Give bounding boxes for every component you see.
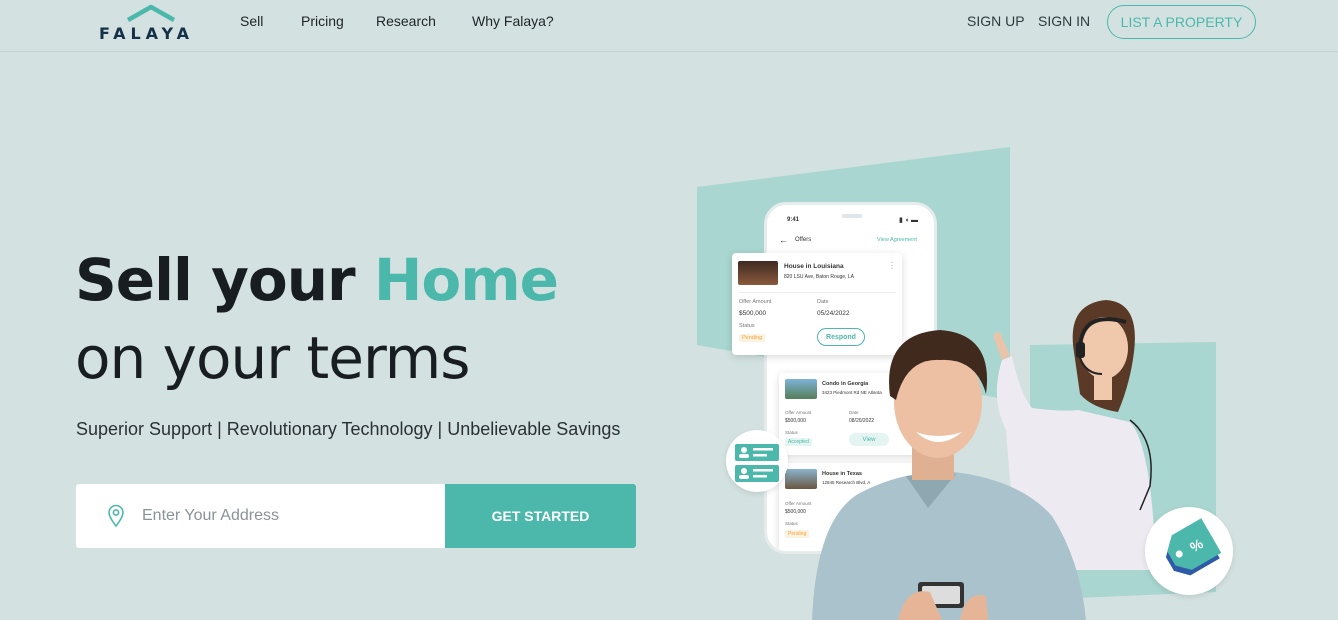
smiling-man-photo [812,330,1086,620]
offer-amount: $500,000 [739,310,767,317]
status-badge: Pending [739,334,766,342]
hero-subtitle: Superior Support | Revolutionary Technol… [76,419,621,439]
house-louisiana-photo [738,261,778,285]
nav-link-research[interactable]: Research [376,13,436,29]
top-navigation: FALAYA Sell Pricing Research Why Falaya?… [0,0,1338,52]
more-options-icon[interactable]: ⋮ [888,261,896,270]
sign-up-link[interactable]: SIGN UP [967,13,1025,29]
hero-title-part1: Sell your [75,246,374,314]
offer-status-label: Status [739,323,755,329]
phone-screen-title: Offers [795,237,812,243]
logo-wordmark: FALAYA [99,24,194,43]
back-arrow-icon[interactable]: ← [779,235,788,245]
falaya-logo[interactable]: FALAYA [98,4,204,43]
card-divider [738,292,896,293]
offer-amount-label: Offer Amount [739,299,772,305]
offer-date-label: Date [817,299,829,305]
phone-notch [842,214,862,218]
hero-title-line2: on your terms [75,324,471,392]
offer-title: House in Louisiana [784,263,844,270]
hero-illustration: 9:41 ▮ ◖ ▬ ← Offers View Agreement Condo… [690,140,1250,620]
hero-title-accent: Home [373,246,559,314]
phone-status-icons: ▮ ◖ ▬ [899,217,918,224]
nav-link-why-falaya[interactable]: Why Falaya? [472,13,554,29]
offer-date: 05/24/2022 [817,310,850,317]
phone-time: 9:41 [787,217,800,223]
view-agreement-link[interactable]: View Agreement [877,237,917,243]
get-started-button[interactable]: GET STARTED [445,484,636,548]
discount-tag-icon: % [1165,518,1222,576]
offer-address: 820 LSU Ave, Baton Rouge, LA [784,274,854,280]
address-input[interactable] [142,504,432,528]
sign-in-link[interactable]: SIGN IN [1038,13,1090,29]
roof-logo-icon [126,4,176,22]
price-tag-bubble: % [1145,507,1233,595]
hero-title-line1: Sell your Home [75,246,559,314]
list-property-button[interactable]: LIST A PROPERTY [1107,5,1256,39]
nav-link-sell[interactable]: Sell [240,13,263,29]
location-pin-icon [108,504,124,528]
contact-cards-bubble [726,430,788,492]
address-search-box [76,484,445,548]
contact-cards-icon [735,444,779,482]
nav-link-pricing[interactable]: Pricing [301,13,344,29]
